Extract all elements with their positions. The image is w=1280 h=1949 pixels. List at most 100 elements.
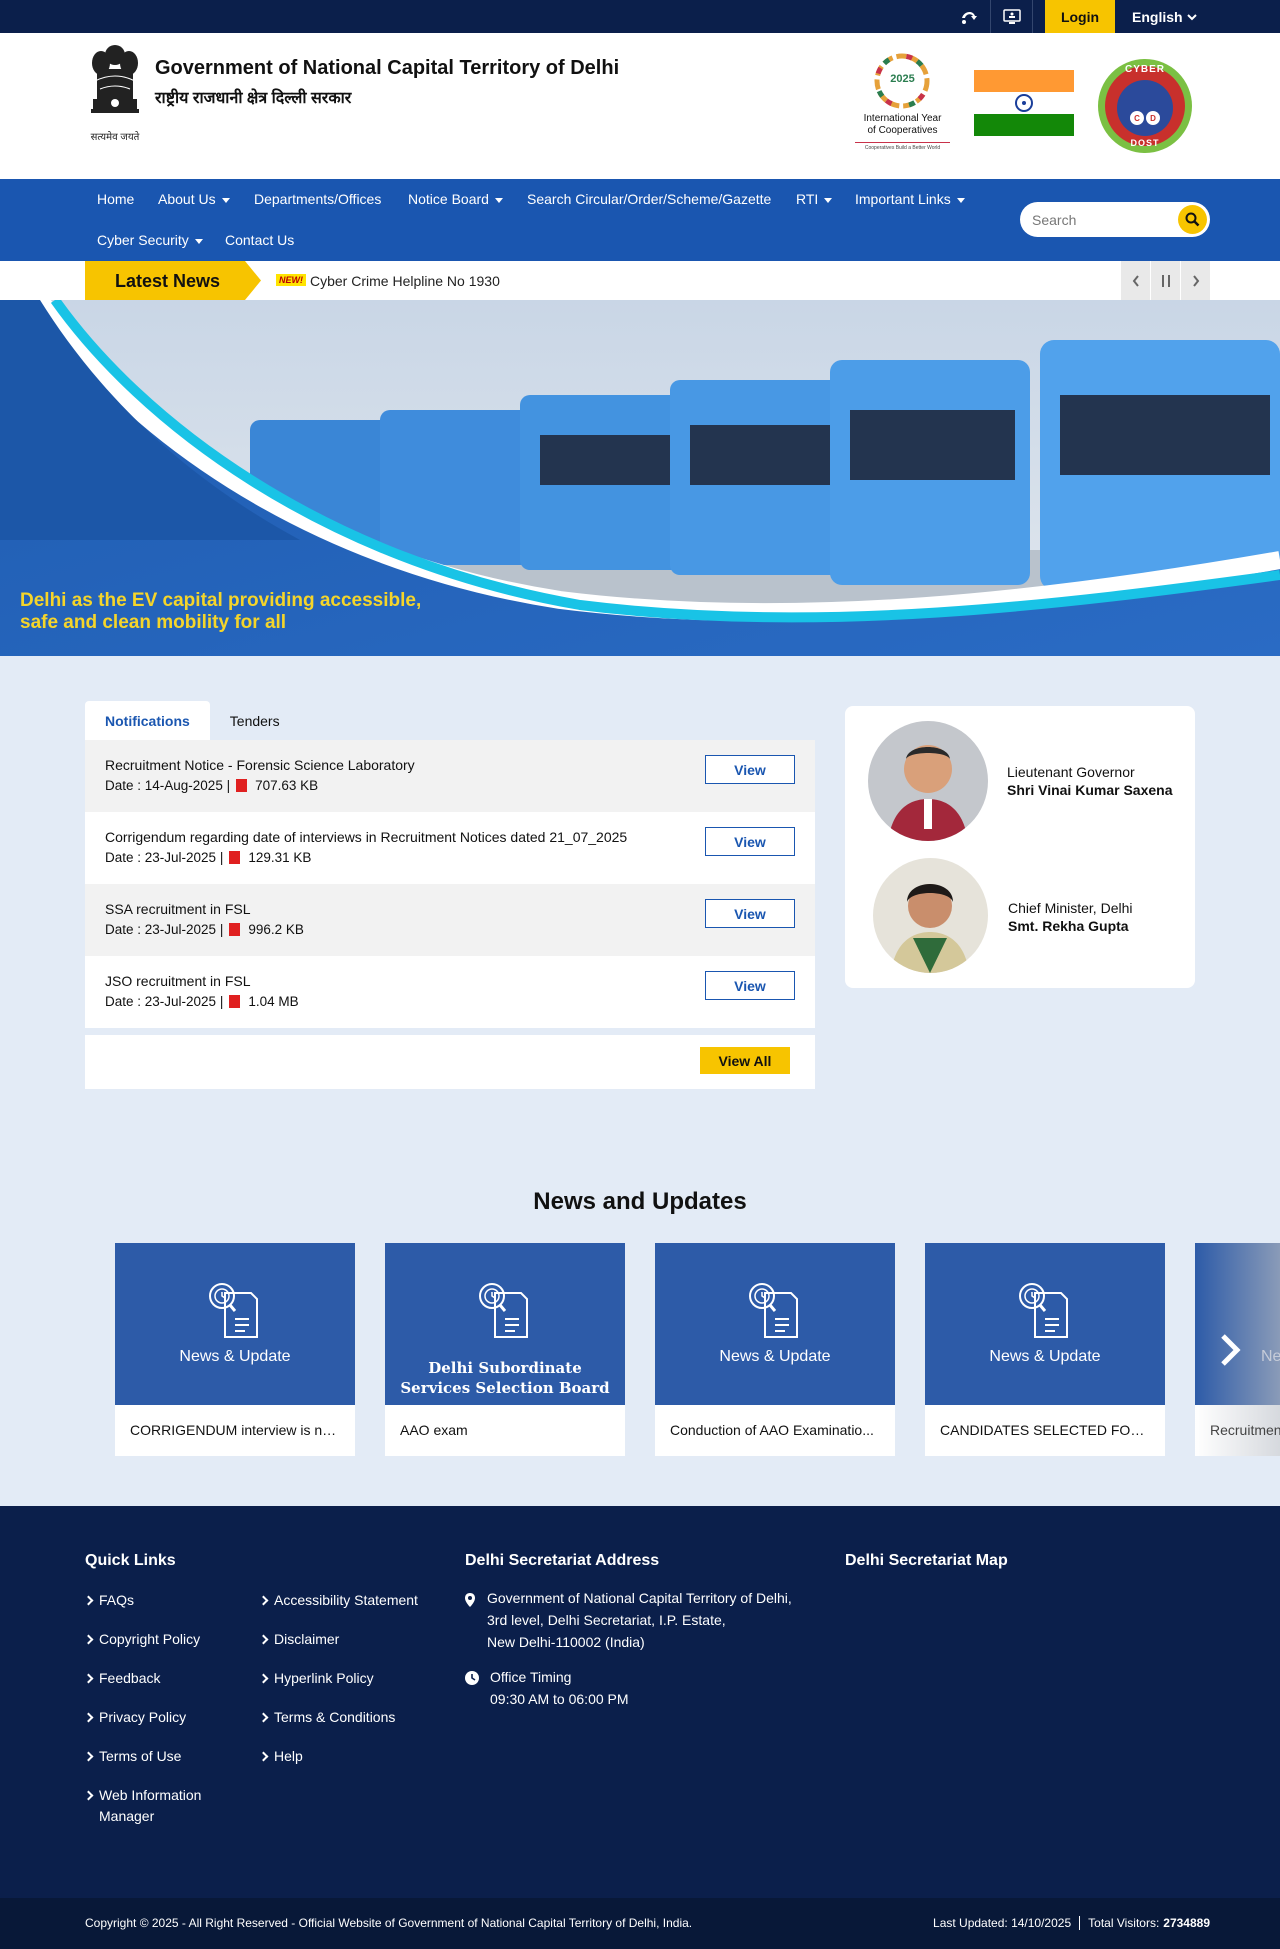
location-pin-icon [465, 1593, 475, 1607]
nav-home-label: Home [97, 191, 135, 207]
ticker-pause-button[interactable] [1151, 261, 1180, 300]
search-button[interactable] [1178, 205, 1207, 234]
notification-meta: Date : 23-Jul-2025 | 1.04 MB [105, 994, 299, 1009]
view-button[interactable]: View [705, 971, 795, 1000]
notification-size: 129.31 KB [248, 850, 312, 865]
footer-link-disclaimer[interactable]: Disclaimer [260, 1629, 339, 1650]
document-search-icon [749, 1283, 798, 1338]
tab-tenders[interactable]: Tenders [210, 701, 300, 740]
footer-link-terms-of-use[interactable]: Terms of Use [85, 1746, 181, 1767]
search-input[interactable] [1032, 202, 1172, 237]
nav-about-us-label: About Us [158, 191, 216, 207]
address-line-3: New Delhi-110002 (India) [487, 1634, 645, 1650]
nav-rti-label: RTI [796, 191, 819, 207]
top-utility-bar: Login English [0, 0, 1280, 33]
ticker-next-button[interactable] [1181, 261, 1210, 300]
news-card[interactable]: Delhi Subordinate Services Selection Boa… [385, 1243, 625, 1456]
nav-contact-us-label: Contact Us [225, 232, 295, 248]
news-card-label: News & Update [719, 1348, 831, 1365]
news-card-caption: CORRIGENDUM interview is no... [130, 1422, 340, 1438]
nav-rti[interactable]: RTI [796, 191, 833, 207]
caret-down-icon [221, 197, 230, 203]
hero-banner[interactable]: Delhi as the EV capital providing access… [0, 300, 1280, 656]
nav-departments[interactable]: Departments/Offices [254, 191, 381, 207]
news-card-banner: News & Update [925, 1243, 1165, 1405]
nav-notice-board[interactable]: Notice Board [408, 191, 503, 207]
pause-icon [1161, 274, 1170, 287]
map-heading: Delhi Secretariat Map [845, 1552, 1008, 1569]
iyc-tagline: Cooperatives Build a Better World [855, 142, 950, 151]
site-title: Government of National Capital Territory… [155, 57, 620, 79]
view-button[interactable]: View [705, 755, 795, 784]
pdf-icon [229, 995, 241, 1008]
news-card-label: Delhi Subordinate Services Selection Boa… [400, 1359, 610, 1397]
nav-search-circular-label: Search Circular/Order/Scheme/Gazette [527, 191, 772, 207]
notification-date: Date : 14-Aug-2025 | [105, 778, 231, 793]
nav-about-us[interactable]: About Us [158, 191, 230, 207]
bottom-bar: Copyright © 2025 - All Right Reserved - … [0, 1898, 1280, 1949]
notification-title: JSO recruitment in FSL [105, 973, 251, 989]
screen-reader-icon[interactable] [948, 0, 990, 33]
nav-search-circular[interactable]: Search Circular/Order/Scheme/Gazette [527, 191, 771, 207]
view-all-container: View All [85, 1035, 815, 1089]
view-button[interactable]: View [705, 827, 795, 856]
news-card-caption: AAO exam [400, 1422, 468, 1438]
visitors-label: Total Visitors: [1088, 1916, 1160, 1930]
news-card[interactable]: News & Update CORRIGENDUM interview is n… [115, 1243, 355, 1456]
news-card[interactable]: News & Update Conduction of AAO Examinat… [655, 1243, 895, 1456]
svg-text:C: C [1134, 114, 1140, 123]
news-card-banner: News & Update [115, 1243, 355, 1405]
footer-link-accessibility-statement[interactable]: Accessibility Statement [260, 1590, 418, 1611]
pdf-icon [236, 779, 248, 792]
notifications-tabs: Notifications Tenders [85, 701, 300, 740]
nav-departments-label: Departments/Offices [254, 191, 382, 207]
footer-link-feedback[interactable]: Feedback [85, 1668, 160, 1689]
list-item: Recruitment Notice - Forensic Science La… [85, 740, 815, 812]
leader-name[interactable]: Smt. Rekha Gupta [1008, 918, 1129, 934]
language-label: English [1132, 8, 1183, 25]
language-selector[interactable]: English [1132, 0, 1197, 33]
emblem-motto: सत्यमेव जयते [90, 132, 140, 143]
footer-link-faqs[interactable]: FAQs [85, 1590, 134, 1611]
nav-home[interactable]: Home [97, 191, 134, 207]
cyber-dost-logo[interactable]: C D CYBER DOST [1097, 58, 1193, 154]
document-search-icon [1019, 1283, 1068, 1338]
chief-minister-photo[interactable] [873, 858, 988, 973]
footer-link-help[interactable]: Help [260, 1746, 303, 1767]
footer-link-privacy-policy[interactable]: Privacy Policy [85, 1707, 186, 1728]
leader-name[interactable]: Shri Vinai Kumar Saxena [1007, 782, 1172, 798]
ticker-prev-button[interactable] [1121, 261, 1150, 300]
view-button[interactable]: View [705, 899, 795, 928]
banner-caption-line2: safe and clean mobility for all [20, 612, 287, 633]
national-emblem-logo[interactable]: सत्यमेव जयते [85, 41, 145, 145]
notification-title: Corrigendum regarding date of interviews… [105, 829, 628, 845]
nav-important-links[interactable]: Important Links [855, 191, 965, 207]
nav-contact-us[interactable]: Contact Us [225, 232, 294, 248]
main-navigation: Home About Us Departments/Offices Notice… [0, 179, 1280, 261]
notification-date: Date : 23-Jul-2025 | [105, 850, 224, 865]
notification-title: SSA recruitment in FSL [105, 901, 251, 917]
carousel-next-arrow[interactable] [1215, 1330, 1245, 1370]
view-all-button[interactable]: View All [700, 1047, 790, 1074]
footer-link-web-information-manager[interactable]: Web Information Manager [85, 1785, 215, 1827]
iyc-title-line1: International Year [863, 113, 942, 124]
leaders-card: Lieutenant Governor Shri Vinai Kumar Sax… [845, 706, 1195, 988]
international-year-of-cooperatives-logo[interactable]: 2025 International Year of Cooperatives … [855, 53, 950, 153]
tab-notifications[interactable]: Notifications [85, 701, 210, 740]
footer-link-terms-conditions[interactable]: Terms & Conditions [260, 1707, 395, 1728]
accessibility-options-icon[interactable] [990, 0, 1032, 33]
caret-down-icon [824, 197, 833, 203]
footer-link-hyperlink-policy[interactable]: Hyperlink Policy [260, 1668, 374, 1689]
news-card-label: News & Update [179, 1348, 291, 1365]
quick-links-heading: Quick Links [85, 1552, 176, 1569]
nav-cyber-security[interactable]: Cyber Security [97, 232, 203, 248]
news-card-banner: Delhi Subordinate Services Selection Boa… [385, 1243, 625, 1405]
ticker-news-item[interactable]: Cyber Crime Helpline No 1930 [310, 273, 500, 289]
footer-link-copyright-policy[interactable]: Copyright Policy [85, 1629, 200, 1650]
login-button[interactable]: Login [1045, 0, 1115, 33]
search-box [1020, 202, 1210, 237]
nav-important-links-label: Important Links [855, 191, 951, 207]
news-card[interactable]: News & Update CANDIDATES SELECTED FOR... [925, 1243, 1165, 1456]
lieutenant-governor-photo[interactable] [868, 721, 988, 841]
caret-down-icon [494, 197, 503, 203]
